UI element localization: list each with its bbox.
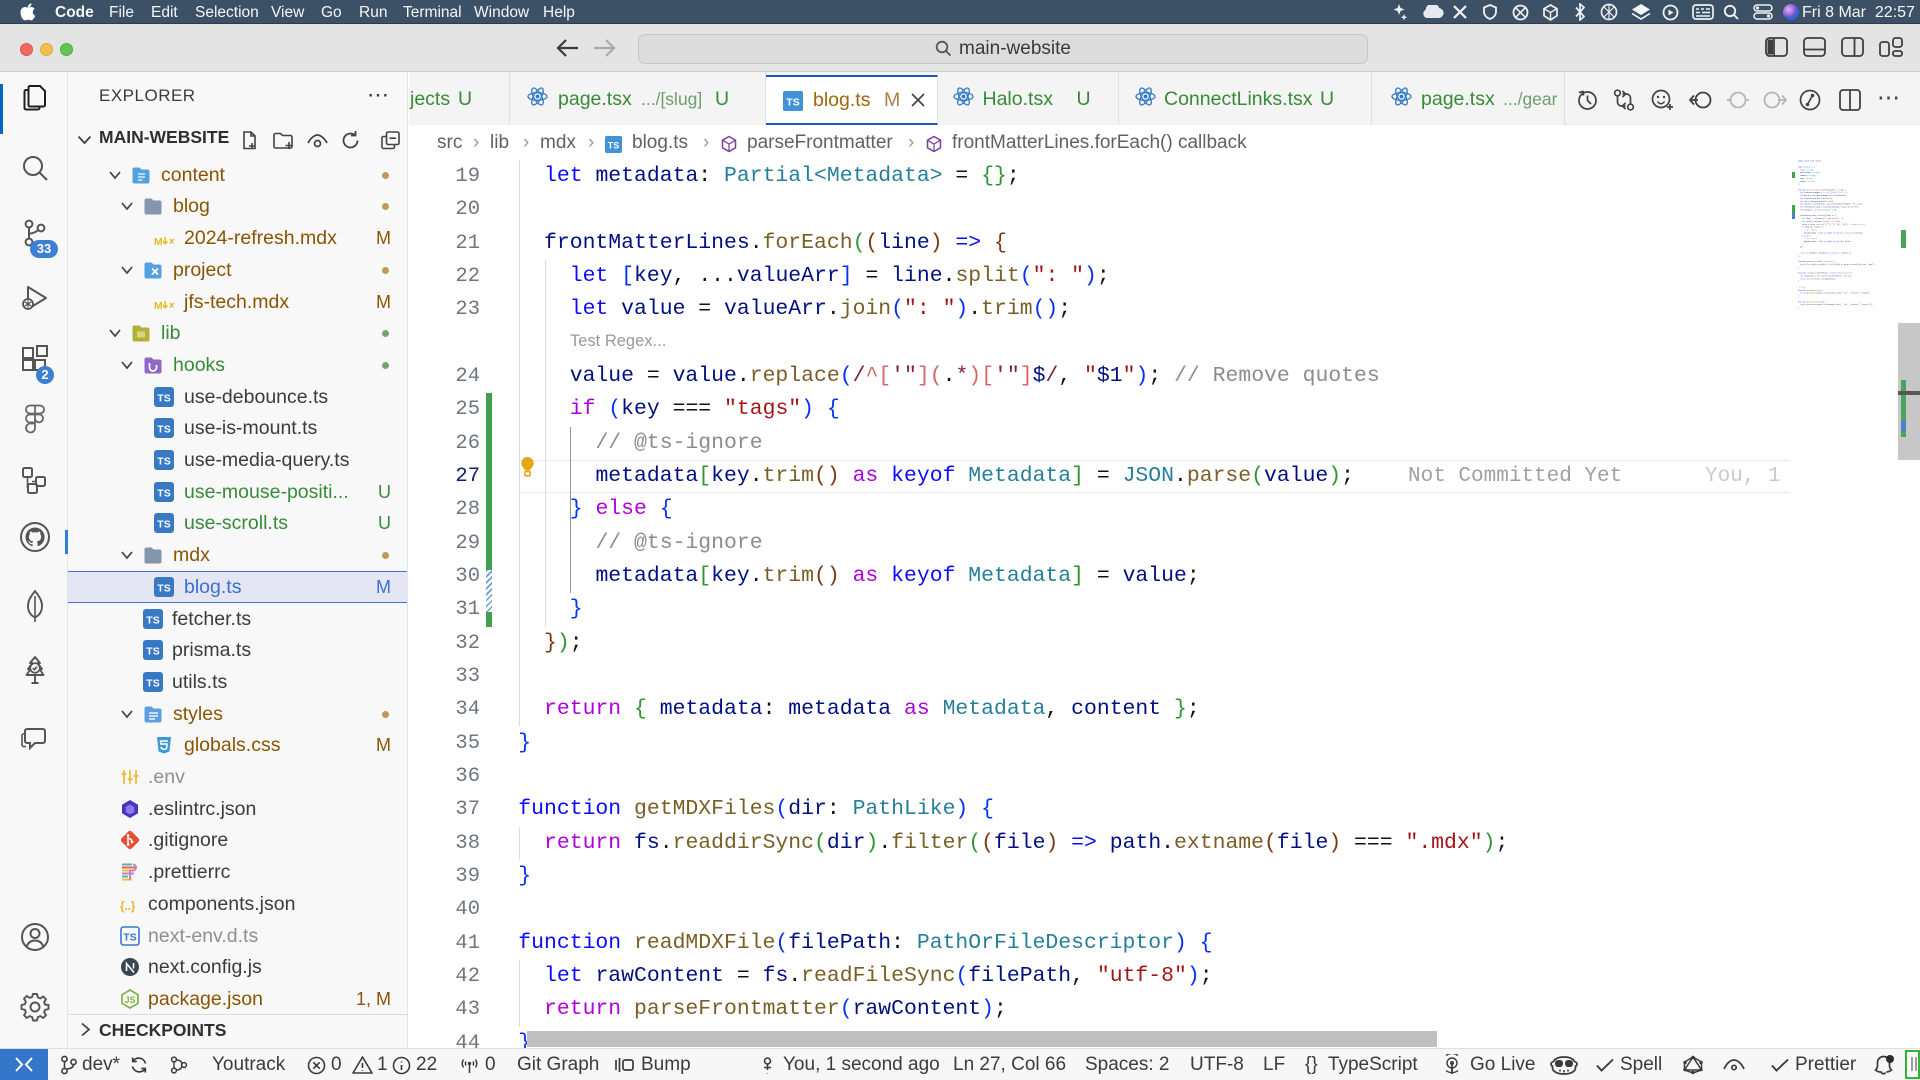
svg-text:TS: TS [608,140,619,150]
svg-text:TS: TS [146,646,159,658]
svg-text:TS: TS [157,392,170,404]
svg-text:M: M [154,301,163,312]
svg-text:M: M [154,237,163,248]
svg-text:TS: TS [157,487,170,499]
svg-text:TS: TS [146,614,159,626]
svg-text:TS: TS [157,424,170,436]
svg-text:TS: TS [786,97,799,109]
svg-text:TS: TS [146,677,159,689]
svg-text:JS: JS [124,995,135,1005]
svg-text:{..}: {..} [120,901,136,913]
svg-text:TS: TS [123,931,136,943]
svg-text:TS: TS [157,519,170,531]
svg-text:TS: TS [157,582,170,594]
svg-text:TS: TS [157,456,170,468]
